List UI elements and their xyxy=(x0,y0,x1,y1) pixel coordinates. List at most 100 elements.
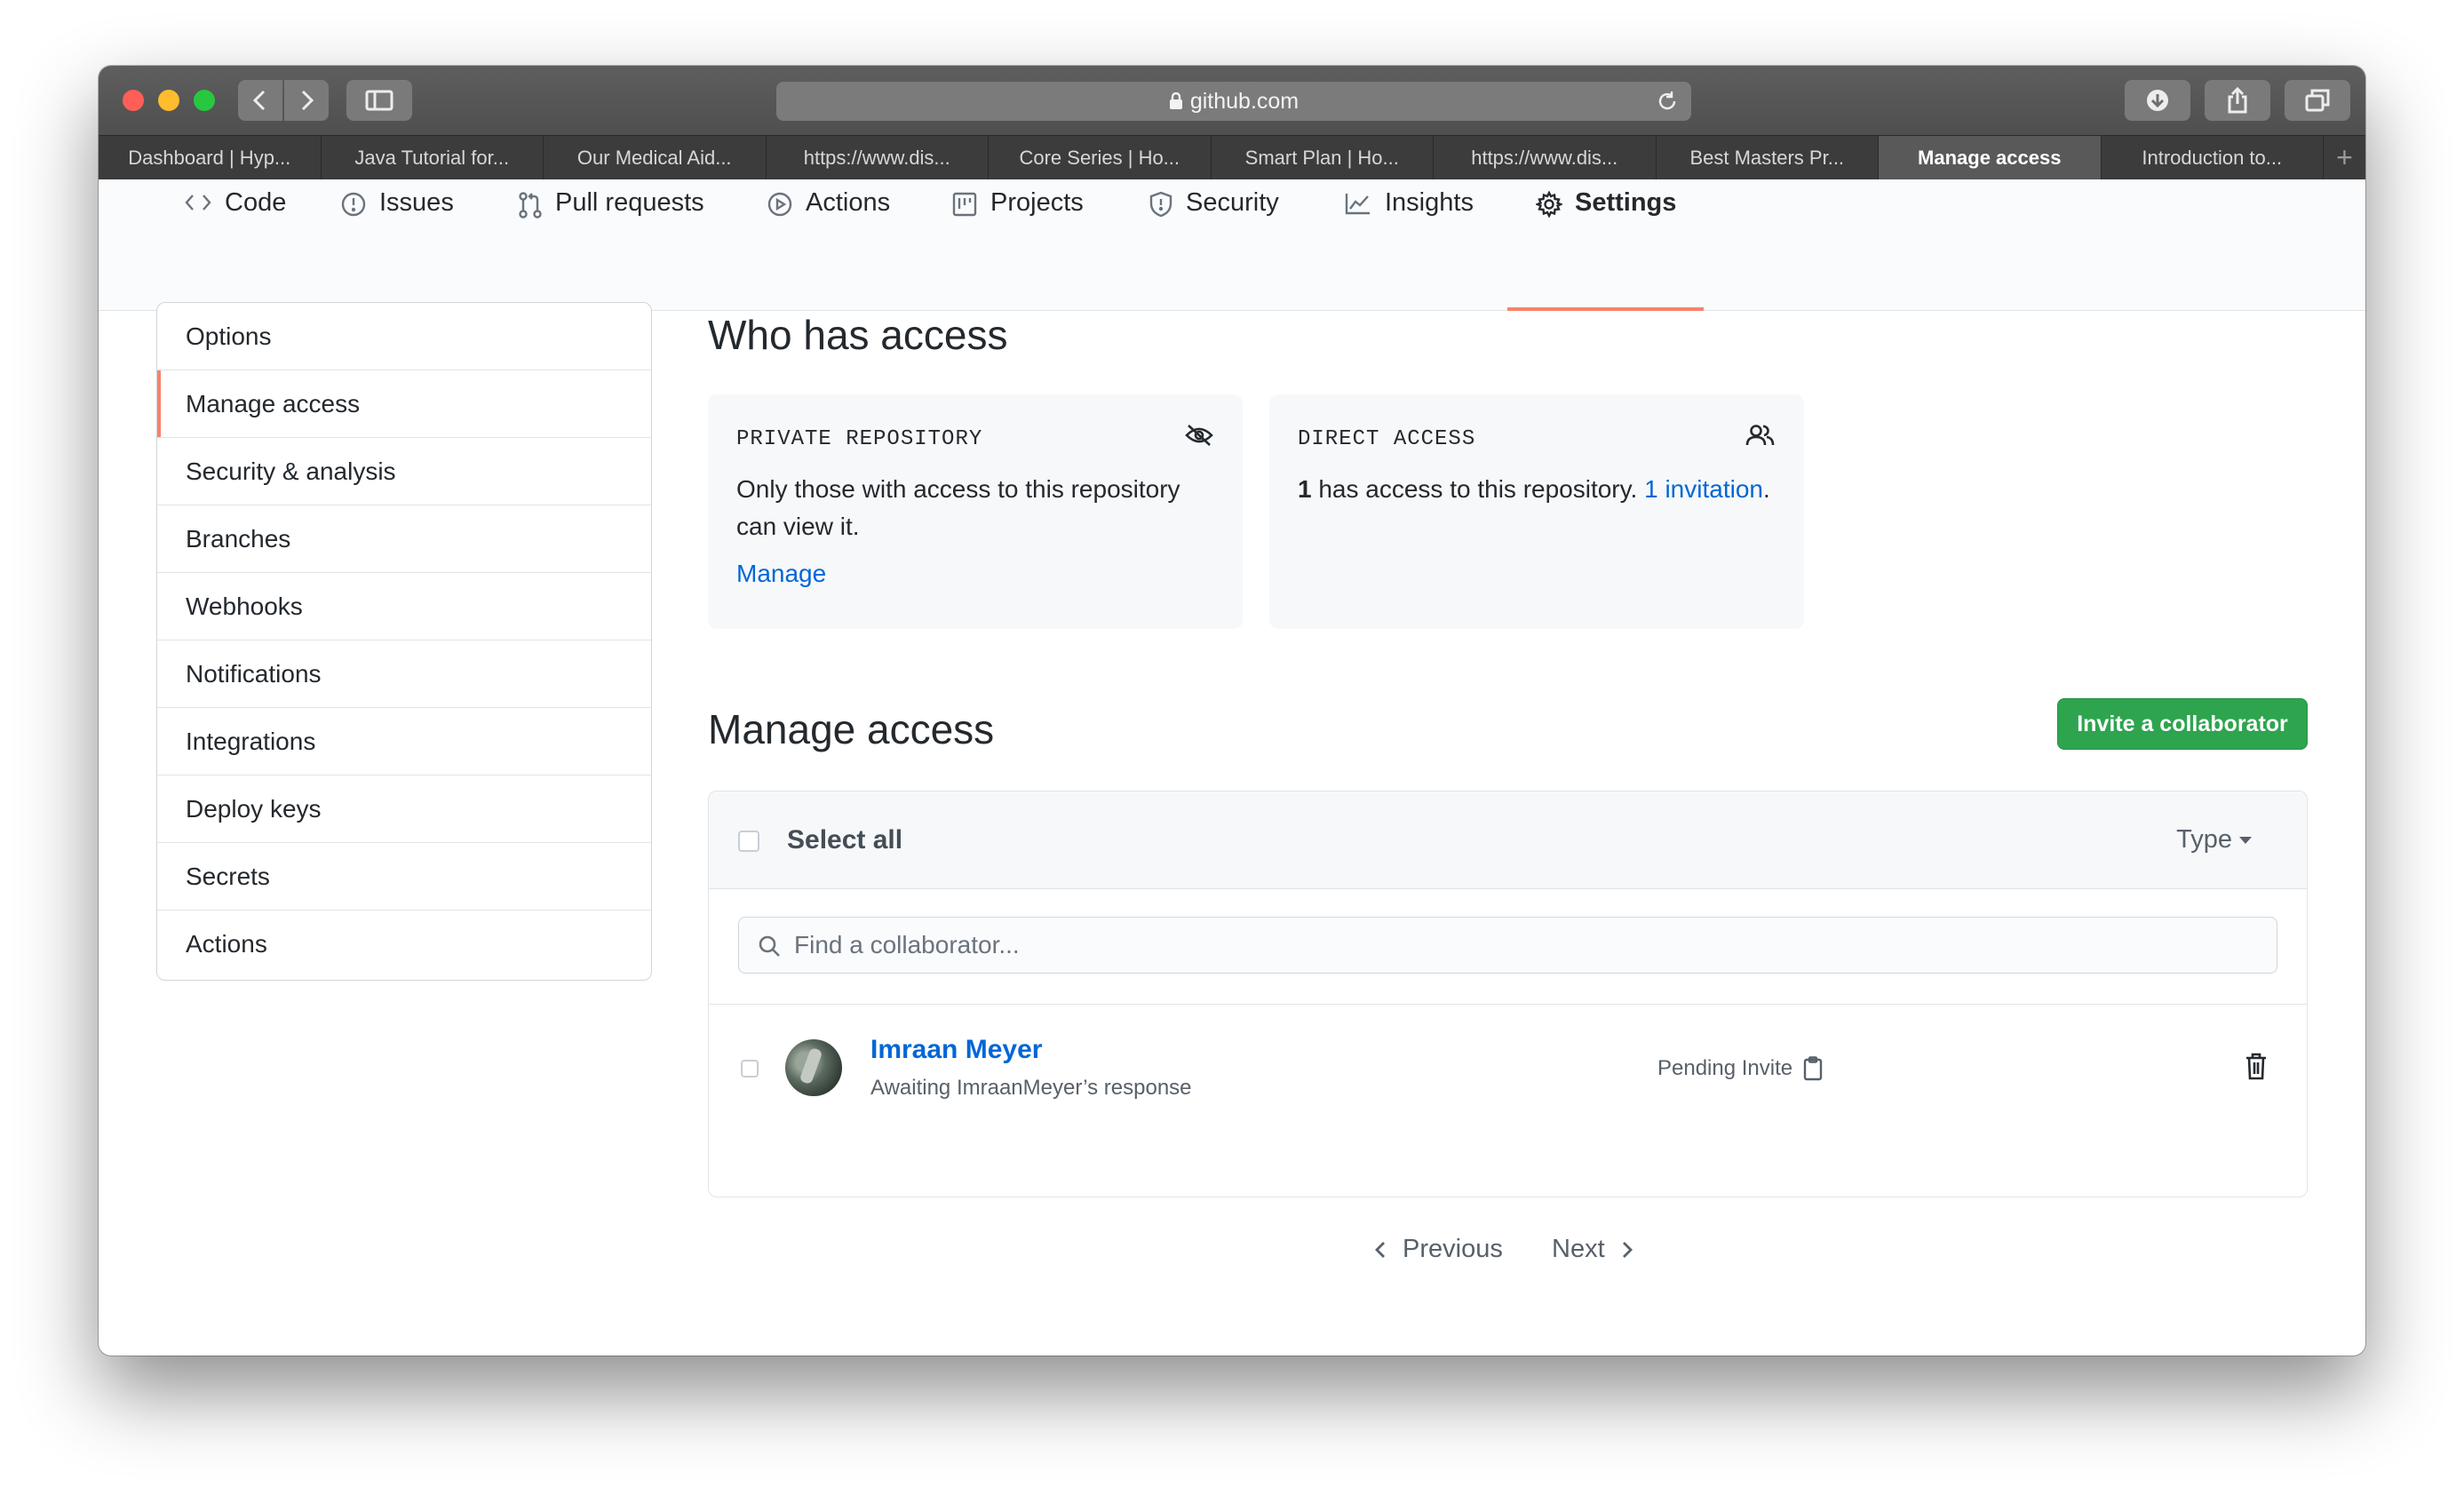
find-collaborator-input[interactable]: Find a collaborator... xyxy=(738,917,2277,974)
reload-icon[interactable] xyxy=(1656,90,1679,119)
search-row: Find a collaborator... xyxy=(709,889,2307,1005)
browser-tab[interactable]: Dashboard | Hyp... xyxy=(99,136,322,180)
previous-page-button[interactable]: Previous xyxy=(1374,1235,1503,1264)
issue-icon xyxy=(340,191,367,218)
tab-pull-requests[interactable]: Pull requests xyxy=(518,179,704,311)
card-heading: DIRECT ACCESS xyxy=(1298,426,1476,451)
show-tabs-button[interactable] xyxy=(2285,80,2350,121)
close-window-button[interactable] xyxy=(123,90,144,111)
manage-visibility-link[interactable]: Manage xyxy=(736,560,826,588)
card-heading-row: PRIVATE REPOSITORY xyxy=(736,423,1214,455)
menu-item-secrets[interactable]: Secrets xyxy=(157,843,651,910)
tab-label: Insights xyxy=(1385,188,1474,217)
avatar[interactable] xyxy=(785,1039,842,1096)
menu-item-actions[interactable]: Actions xyxy=(157,910,651,978)
clipboard-icon[interactable] xyxy=(1803,1056,1823,1081)
address-text: github.com xyxy=(1189,88,1300,114)
sidebar-icon xyxy=(365,90,393,111)
search-icon xyxy=(758,934,781,962)
share-button[interactable] xyxy=(2205,80,2270,121)
previous-label: Previous xyxy=(1403,1235,1503,1263)
tab-actions[interactable]: Actions xyxy=(767,179,890,311)
card-heading: PRIVATE REPOSITORY xyxy=(736,426,983,451)
tab-projects[interactable]: Projects xyxy=(951,179,1084,311)
browser-tab-strip: Dashboard | Hyp... Java Tutorial for... … xyxy=(99,135,2365,180)
new-tab-button[interactable]: + xyxy=(2324,136,2365,179)
trash-icon xyxy=(2246,1053,2266,1080)
invitation-link[interactable]: 1 invitation xyxy=(1644,475,1763,503)
manage-access-heading: Manage access xyxy=(708,706,995,752)
share-icon xyxy=(2228,87,2247,114)
next-label: Next xyxy=(1552,1235,1605,1263)
graph-icon xyxy=(1344,191,1372,216)
project-icon xyxy=(951,191,978,218)
private-repository-card: PRIVATE REPOSITORY Only those with acces… xyxy=(708,394,1243,629)
menu-item-branches[interactable]: Branches xyxy=(157,505,651,573)
chevron-left-icon xyxy=(1375,1241,1385,1258)
type-filter-dropdown[interactable]: Type xyxy=(2176,825,2252,855)
tab-security[interactable]: Security xyxy=(1149,179,1279,311)
collaborator-name-link[interactable]: Imraan Meyer xyxy=(870,1035,1042,1065)
menu-item-options[interactable]: Options xyxy=(157,303,651,370)
chevron-left-icon xyxy=(252,90,266,111)
minimize-window-button[interactable] xyxy=(158,90,179,111)
tab-settings[interactable]: Settings xyxy=(1536,179,1676,311)
code-icon xyxy=(184,191,212,214)
who-has-access-heading: Who has access xyxy=(708,312,1008,358)
menu-item-deploy-keys[interactable]: Deploy keys xyxy=(157,775,651,843)
invite-collaborator-button[interactable]: Invite a collaborator xyxy=(2057,698,2308,750)
type-filter-label: Type xyxy=(2176,825,2232,854)
eye-closed-icon xyxy=(1184,423,1214,455)
browser-tab[interactable]: Our Medical Aid... xyxy=(544,136,767,180)
selected-tab-indicator xyxy=(1507,307,1704,311)
tab-insights[interactable]: Insights xyxy=(1344,179,1474,311)
menu-item-manage-access[interactable]: Manage access xyxy=(157,370,651,438)
menu-item-integrations[interactable]: Integrations xyxy=(157,708,651,775)
tab-label: Settings xyxy=(1575,188,1677,217)
tab-code[interactable]: Code xyxy=(184,179,286,311)
browser-tab[interactable]: Best Masters Pr... xyxy=(1657,136,1879,180)
forward-button[interactable] xyxy=(284,80,329,121)
remove-collaborator-button[interactable] xyxy=(2245,1053,2268,1085)
tabs-overview-icon xyxy=(2305,89,2330,112)
tab-issues[interactable]: Issues xyxy=(340,179,454,311)
tab-label: Actions xyxy=(806,188,891,217)
collaborator-checkbox[interactable] xyxy=(741,1060,759,1077)
collaborator-row: Imraan Meyer Awaiting ImraanMeyer’s resp… xyxy=(709,1005,2307,1134)
repo-nav: Code Issues Pull requests Actions Projec… xyxy=(99,179,2365,311)
access-text: has access to this repository. xyxy=(1311,475,1645,503)
zoom-window-button[interactable] xyxy=(194,90,215,111)
next-page-button[interactable]: Next xyxy=(1552,1235,1633,1264)
play-icon xyxy=(767,191,793,218)
menu-item-notifications[interactable]: Notifications xyxy=(157,640,651,708)
select-all-checkbox[interactable] xyxy=(738,831,759,852)
menu-item-security-analysis[interactable]: Security & analysis xyxy=(157,438,651,505)
browser-toolbar: github.com xyxy=(99,66,2365,135)
sidebar-toggle-button[interactable] xyxy=(346,80,412,121)
chevron-right-icon xyxy=(1622,1241,1633,1258)
menu-item-webhooks[interactable]: Webhooks xyxy=(157,573,651,640)
pending-invite-badge: Pending Invite xyxy=(1657,1056,1823,1081)
pull-request-icon xyxy=(518,191,543,219)
settings-menu: Options Manage access Security & analysi… xyxy=(156,302,652,981)
card-body: 1 has access to this repository. 1 invit… xyxy=(1298,471,1776,508)
browser-tab[interactable]: Core Series | Ho... xyxy=(989,136,1212,180)
browser-tab[interactable]: https://www.dis... xyxy=(767,136,989,180)
browser-tab[interactable]: https://www.dis... xyxy=(1434,136,1657,180)
downloads-button[interactable] xyxy=(2125,80,2190,121)
browser-tab[interactable]: Smart Plan | Ho... xyxy=(1212,136,1434,180)
lock-icon xyxy=(1169,92,1183,110)
caret-down-icon xyxy=(2239,836,2252,844)
tab-label: Pull requests xyxy=(555,188,704,217)
tab-label: Code xyxy=(225,188,287,217)
browser-tab[interactable]: Java Tutorial for... xyxy=(322,136,544,180)
collaborators-box: Select all Type Find a collaborator... I… xyxy=(708,791,2308,1197)
collaborators-header: Select all Type xyxy=(709,791,2307,889)
back-button[interactable] xyxy=(238,80,282,121)
browser-tab-active[interactable]: Manage access xyxy=(1879,136,2102,180)
browser-window: github.com Dashboard | Hyp... Java Tutor… xyxy=(99,66,2365,1356)
address-bar[interactable]: github.com xyxy=(776,82,1691,121)
browser-tab[interactable]: Introduction to... xyxy=(2102,136,2324,180)
direct-access-card: DIRECT ACCESS 1 has access to this repos… xyxy=(1269,394,1804,629)
access-count: 1 xyxy=(1298,475,1312,503)
